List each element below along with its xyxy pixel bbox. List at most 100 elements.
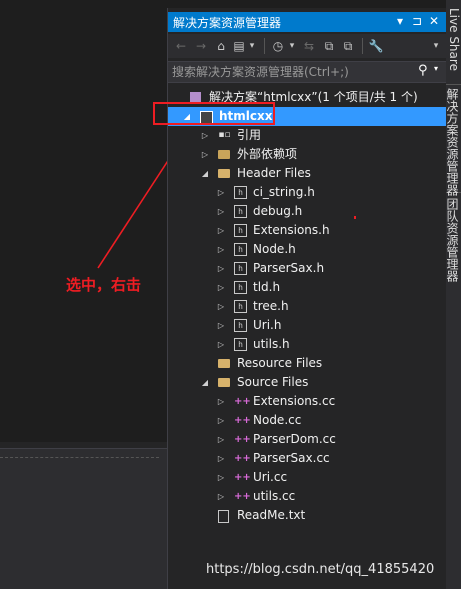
show-all-files-icon[interactable]: ⧉ [341,38,355,54]
tree-file-row[interactable]: ▷ h utils.h [168,335,446,354]
tree-node-label: tree.h [253,299,289,313]
tree-node-row[interactable]: ReadMe.txt [168,506,446,525]
project-icon [200,111,213,124]
tree-node-row[interactable]: 解决方案“htmlcxx”(1 个项目/共 1 个) [168,88,446,107]
toolbar-overflow-icon[interactable]: ▾ [431,38,441,54]
chevron-down-icon[interactable]: ▾ [287,38,297,54]
collapsed-arrow-icon[interactable]: ▷ [200,126,210,145]
tree-file-row[interactable]: ▷ h Node.h [168,240,446,259]
tree-node-row[interactable]: ◢ Header Files [168,164,446,183]
toolbar-separator [362,38,363,54]
folder-icon [218,378,230,387]
panel-title: 解决方案资源管理器 [173,16,282,30]
tree-file-row[interactable]: ▷ h Uri.h [168,316,446,335]
tree-file-row[interactable]: ▷ h debug.h [168,202,446,221]
collapsed-arrow-icon[interactable]: ▷ [216,487,226,506]
header-file-icon: h [234,319,247,332]
side-tab-live-share[interactable]: Live Share [446,8,461,85]
collapsed-arrow-icon[interactable]: ▷ [216,297,226,316]
side-tab-solution-explorer[interactable]: 解决方案资源管理器 [445,88,461,196]
close-icon[interactable]: ✕ [426,13,442,29]
references-icon: ▪▫ [218,130,231,140]
tree-node-label: Source Files [237,375,309,389]
side-tab-team-explorer[interactable]: 团队资源管理器 [445,198,461,290]
properties-wrench-icon[interactable]: 🔧 [368,38,384,54]
editor-pane[interactable] [0,0,167,442]
tree-node-label: ParserSax.cc [253,451,330,465]
cpp-file-icon: ++ [234,415,251,426]
collapsed-arrow-icon[interactable]: ▷ [216,278,226,297]
collapsed-arrow-icon[interactable]: ▷ [216,259,226,278]
search-icon[interactable]: ⚲ [418,63,428,78]
expanded-arrow-icon[interactable]: ◢ [200,373,210,392]
window-position-dropdown-icon[interactable]: ▾ [392,13,408,29]
header-file-icon: h [234,338,247,351]
tree-file-row[interactable]: ▷ ++ Uri.cc [168,468,446,487]
tree-node-row[interactable]: ◢ htmlcxx [168,107,446,126]
search-options-chevron-icon[interactable]: ▾ [434,64,438,73]
tree-file-row[interactable]: ▷ ++ ParserDom.cc [168,430,446,449]
collapsed-arrow-icon[interactable]: ▷ [216,335,226,354]
collapsed-arrow-icon[interactable]: ▷ [216,430,226,449]
tree-node-label: utils.h [253,337,290,351]
tree-file-row[interactable]: ▷ h ci_string.h [168,183,446,202]
collapsed-arrow-icon[interactable]: ▷ [216,392,226,411]
switch-view-icon[interactable]: ▤ [232,38,246,54]
collapsed-arrow-icon[interactable]: ▷ [216,221,226,240]
sync-icon[interactable]: ⇆ [302,38,316,54]
toolbar-separator [264,38,265,54]
collapsed-arrow-icon[interactable]: ▷ [216,468,226,487]
collapsed-arrow-icon[interactable]: ▷ [216,316,226,335]
expanded-arrow-icon[interactable]: ◢ [182,107,192,126]
auto-hide-pin-icon[interactable]: ⊐ [409,13,425,29]
side-tab-strip: Live Share 解决方案资源管理器 团队资源管理器 [445,0,461,589]
tree-node-label: 外部依赖项 [237,147,298,161]
annotation-note: 选中，右击 [66,276,142,294]
search-input[interactable] [172,62,412,82]
tree-node-label: 解决方案“htmlcxx”(1 个项目/共 1 个) [209,90,418,104]
chevron-down-icon[interactable]: ▾ [247,38,257,54]
tree-node-row[interactable]: Resource Files [168,354,446,373]
collapsed-arrow-icon[interactable]: ▷ [216,202,226,221]
solution-explorer-title-bar[interactable]: 解决方案资源管理器 ▾ ⊐ ✕ [168,12,446,32]
cpp-file-icon: ++ [234,491,251,502]
home-icon[interactable]: ⌂ [214,38,228,54]
tree-node-row[interactable]: ▷ 外部依赖项 [168,145,446,164]
solution-explorer-toolbar: ← → ⌂ ▤ ▾ ◷ ▾ ⇆ ⧉ ⧉ 🔧 ▾ [168,34,446,58]
tree-node-label: ParserSax.h [253,261,325,275]
tree-file-row[interactable]: ▷ h tld.h [168,278,446,297]
tree-file-row[interactable]: ▷ h tree.h [168,297,446,316]
collapsed-arrow-icon[interactable]: ▷ [216,240,226,259]
history-icon[interactable]: ◷ [271,38,285,54]
header-file-icon: h [234,281,247,294]
folder-icon [218,169,230,178]
annotation-dot [354,216,356,219]
editor-horizontal-scrollbar[interactable] [0,448,167,467]
tree-file-row[interactable]: ▷ h Extensions.h [168,221,446,240]
tree-node-label: utils.cc [253,489,296,503]
tree-node-row[interactable]: ▷ ▪▫ 引用 [168,126,446,145]
tree-node-label: Resource Files [237,356,323,370]
tree-node-row[interactable]: ◢ Source Files [168,373,446,392]
cpp-file-icon: ++ [234,453,251,464]
collapsed-arrow-icon[interactable]: ▷ [216,411,226,430]
header-file-icon: h [234,186,247,199]
header-file-icon: h [234,300,247,313]
collapsed-arrow-icon[interactable]: ▷ [216,183,226,202]
collapsed-arrow-icon[interactable]: ▷ [200,145,210,164]
tree-file-row[interactable]: ▷ h ParserSax.h [168,259,446,278]
collapsed-arrow-icon[interactable]: ▷ [216,449,226,468]
back-icon[interactable]: ← [174,38,188,54]
tree-node-label: Uri.h [253,318,282,332]
tree-node-label: Uri.cc [253,470,288,484]
expanded-arrow-icon[interactable]: ◢ [200,164,210,183]
collapse-all-icon[interactable]: ⧉ [322,38,336,54]
tree-file-row[interactable]: ▷ ++ Node.cc [168,411,446,430]
tree-file-row[interactable]: ▷ ++ Extensions.cc [168,392,446,411]
search-box[interactable]: ⚲ ▾ [168,61,446,83]
forward-icon[interactable]: → [194,38,208,54]
cpp-file-icon: ++ [234,472,251,483]
tree-file-row[interactable]: ▷ ++ ParserSax.cc [168,449,446,468]
tree-file-row[interactable]: ▷ ++ utils.cc [168,487,446,506]
scrollbar-track [0,457,159,458]
